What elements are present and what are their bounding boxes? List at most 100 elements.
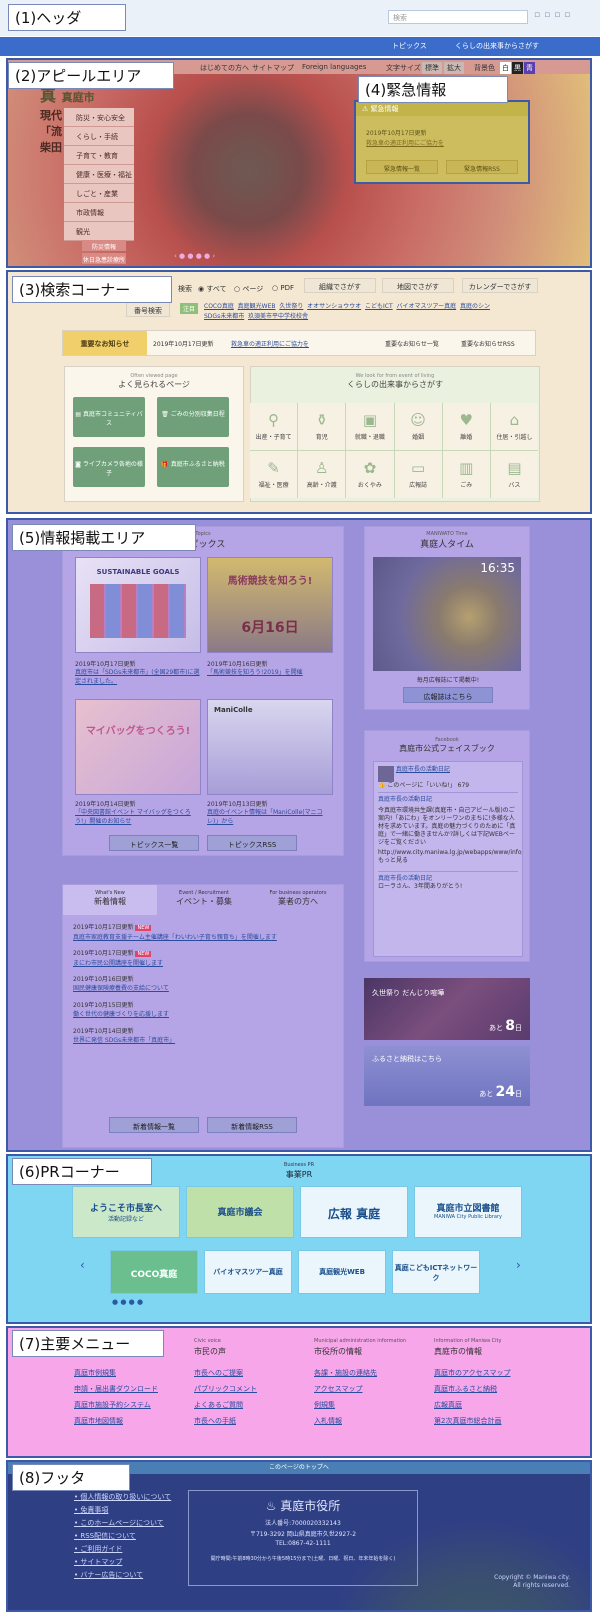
- life-event-employment[interactable]: ▣ 就職・退職: [346, 403, 394, 450]
- pr-banner-mayor[interactable]: ようこそ市長室へ 活動記録など: [72, 1186, 180, 1238]
- bg-white-button[interactable]: 白: [500, 62, 511, 74]
- attention-link[interactable]: COCO真庭: [204, 303, 234, 310]
- attention-link[interactable]: 玖須美市平中学校校舎: [248, 313, 308, 320]
- countdown-festival-banner[interactable]: 久世祭り だんじり喧嘩 あと 8日: [364, 978, 530, 1040]
- footer-link[interactable]: • 免責事項: [74, 1505, 171, 1518]
- pr-prev-arrow[interactable]: ‹: [80, 1258, 85, 1272]
- life-event-divorce[interactable]: ♥ 離婚: [442, 403, 490, 450]
- countdown-furusato-banner[interactable]: ふるさと納税はこちら あと 24日: [364, 1046, 530, 1106]
- life-event-birth[interactable]: ⚲ 出産・子育て: [250, 403, 298, 450]
- footer-link[interactable]: • RSS配信について: [74, 1531, 171, 1544]
- topics-rss-button[interactable]: トピックスRSS: [207, 835, 297, 851]
- menu-disaster[interactable]: 防災・安心安全: [64, 108, 134, 127]
- topic-link[interactable]: 「中央図書館イベント マイバッグをつくろう!」開催のお知らせ: [75, 808, 201, 826]
- menu-link[interactable]: 広報真庭: [434, 1400, 552, 1416]
- menu-link[interactable]: 市長への手紙: [194, 1416, 312, 1432]
- header-topics-link[interactable]: トピックス: [392, 41, 427, 51]
- footer-link[interactable]: • 個人情報の取り扱いについて: [74, 1492, 171, 1505]
- search-option-page[interactable]: ○ ページ: [234, 284, 263, 294]
- bg-black-button[interactable]: 黒: [512, 62, 523, 74]
- text-size-large-button[interactable]: 拡大: [444, 62, 464, 74]
- number-search-button[interactable]: 番号検索: [126, 302, 170, 317]
- menu-health[interactable]: 健康・医療・福祉: [64, 165, 134, 184]
- nav-sitemap[interactable]: サイトマップ: [252, 63, 294, 73]
- menu-link[interactable]: 市長へのご提案: [194, 1368, 312, 1384]
- fb-post-url[interactable]: http://www.city.maniwa.lg.jp/webapps/www…: [378, 849, 522, 865]
- pr-slider-dots[interactable]: ● ● ● ●: [112, 1298, 143, 1306]
- menu-link[interactable]: 真庭市例規集: [74, 1368, 192, 1384]
- emergency-rss-button[interactable]: 緊急情報RSS: [446, 160, 518, 174]
- bg-blue-button[interactable]: 青: [524, 62, 535, 74]
- life-event-welfare[interactable]: ✎ 福祉・医療: [250, 451, 298, 498]
- news-rss-button[interactable]: 新着情報RSS: [207, 1117, 297, 1133]
- often-item-garbage[interactable]: 🗑 ごみの分別収集日程: [157, 397, 229, 437]
- life-event-parenting[interactable]: ⚱ 育児: [298, 403, 346, 450]
- search-by-calendar-button[interactable]: カレンダーでさがす: [462, 278, 538, 293]
- disaster-info-pill[interactable]: 防災情報: [82, 240, 126, 251]
- magazine-button[interactable]: 広報誌はこちら: [403, 687, 493, 703]
- header-search-input[interactable]: 検索: [388, 10, 528, 24]
- menu-living[interactable]: くらし・手続: [64, 127, 134, 146]
- topic-link[interactable]: 真庭市は「SDGs未来都市」(全国29都市)に選定されました。: [75, 668, 201, 686]
- life-event-condolence[interactable]: ✿ おくやみ: [346, 451, 394, 498]
- attention-link[interactable]: バイオマスツアー真庭: [396, 303, 456, 310]
- search-by-map-button[interactable]: 地図でさがす: [382, 278, 454, 293]
- pr-banner-library[interactable]: 真庭市立図書館 MANIWA City Public Library: [414, 1186, 522, 1238]
- attention-link[interactable]: オオサンショウウオ: [307, 303, 361, 310]
- life-event-moving[interactable]: ⌂ 住居・引越し: [490, 403, 538, 450]
- news-link[interactable]: 働く世代の健康づくりを応援します: [73, 1010, 335, 1019]
- pr-banner-kanko[interactable]: 真庭観光WEB: [298, 1250, 386, 1294]
- important-notice-rss-link[interactable]: 重要なお知らせRSS: [461, 339, 515, 348]
- news-link[interactable]: 国民健康保険療養費の支給について: [73, 984, 335, 993]
- menu-link[interactable]: 入札情報: [314, 1416, 432, 1432]
- life-event-bus[interactable]: ▤ バス: [490, 451, 538, 498]
- attention-link[interactable]: 真庭観光WEB: [238, 303, 276, 310]
- menu-city-info[interactable]: 市政情報: [64, 203, 134, 222]
- topic-image-sdgs[interactable]: SUSTAINABLE GOALS: [75, 557, 201, 653]
- search-option-all[interactable]: ◉ すべて: [198, 284, 227, 294]
- pr-banner-ict[interactable]: 真庭こどもICTネットワーク: [392, 1250, 480, 1294]
- search-by-org-button[interactable]: 組織でさがす: [304, 278, 376, 293]
- topic-link[interactable]: 真庭のイベント情報は「ManiColle(マニコレ)」から: [207, 808, 333, 826]
- footer-link[interactable]: • このホームページについて: [74, 1518, 171, 1531]
- maniwa-photo[interactable]: 16:35: [373, 557, 521, 671]
- menu-link[interactable]: 第2次真庭市総合計画: [434, 1416, 552, 1432]
- often-item-bus[interactable]: ▤ 真庭市コミュニティバス: [73, 397, 145, 437]
- important-notice-list-link[interactable]: 重要なお知らせ一覧: [385, 339, 439, 348]
- menu-childcare[interactable]: 子育て・教育: [64, 146, 134, 165]
- news-link[interactable]: 真庭市家庭教育支援チーム主催講座「わいわい子育ち親育ち」を開催します: [73, 933, 335, 942]
- pr-banner-koho[interactable]: 広報 真庭: [300, 1186, 408, 1238]
- menu-link[interactable]: 各課・施設の連絡先: [314, 1368, 432, 1384]
- menu-link[interactable]: 真庭市地図情報: [74, 1416, 192, 1432]
- pr-banner-biomass[interactable]: バイオマスツアー真庭: [204, 1250, 292, 1294]
- menu-tourism[interactable]: 観光: [64, 222, 134, 241]
- emergency-list-button[interactable]: 緊急情報一覧: [366, 160, 438, 174]
- life-event-elderly[interactable]: ♙ 高齢・介護: [298, 451, 346, 498]
- news-link[interactable]: 世界に発信 SDGs未来都市「真庭市」: [73, 1036, 335, 1045]
- attention-link[interactable]: SDGs未来都市: [204, 313, 244, 320]
- menu-link[interactable]: 真庭市施設予約システム: [74, 1400, 192, 1416]
- menu-link[interactable]: 真庭市のアクセスマップ: [434, 1368, 552, 1384]
- attention-link[interactable]: 真庭のシン: [460, 303, 490, 310]
- life-event-marriage[interactable]: ☺ 婚姻: [394, 403, 442, 450]
- news-tab-business[interactable]: For business operators 業者の方へ: [251, 885, 345, 915]
- nav-foreign-languages[interactable]: Foreign languages: [302, 63, 366, 71]
- footer-link[interactable]: • ご利用ガイド: [74, 1544, 171, 1557]
- footer-link[interactable]: • サイトマップ: [74, 1557, 171, 1570]
- menu-work[interactable]: しごと・産業: [64, 184, 134, 203]
- fb-like-button[interactable]: このページに「いいね!」: [387, 782, 455, 789]
- topics-list-button[interactable]: トピックス一覧: [109, 835, 199, 851]
- life-event-garbage[interactable]: ▥ ごみ: [442, 451, 490, 498]
- attention-link[interactable]: こどもICT: [365, 303, 393, 310]
- pr-next-arrow[interactable]: ›: [516, 1258, 521, 1272]
- page-top-link[interactable]: このページのトップへ: [269, 1464, 329, 1471]
- menu-link[interactable]: パブリックコメント: [194, 1384, 312, 1400]
- text-size-standard-button[interactable]: 標準: [422, 62, 442, 74]
- important-notice-link[interactable]: 救急車の適正利用にご協力を: [231, 339, 309, 348]
- pr-banner-council[interactable]: 真庭市議会: [186, 1186, 294, 1238]
- menu-link[interactable]: 真庭市ふるさと納税: [434, 1384, 552, 1400]
- facebook-widget[interactable]: 真庭市長の活動日記 👍 このページに「いいね!」 679 真庭市長の活動日記 今真庭…: [373, 761, 523, 957]
- news-link[interactable]: まにわ市民公開講座を開催します: [73, 959, 335, 968]
- nav-first-time[interactable]: はじめての方へ: [200, 63, 249, 73]
- topic-image-mybag[interactable]: マイバッグをつくろう!: [75, 699, 201, 795]
